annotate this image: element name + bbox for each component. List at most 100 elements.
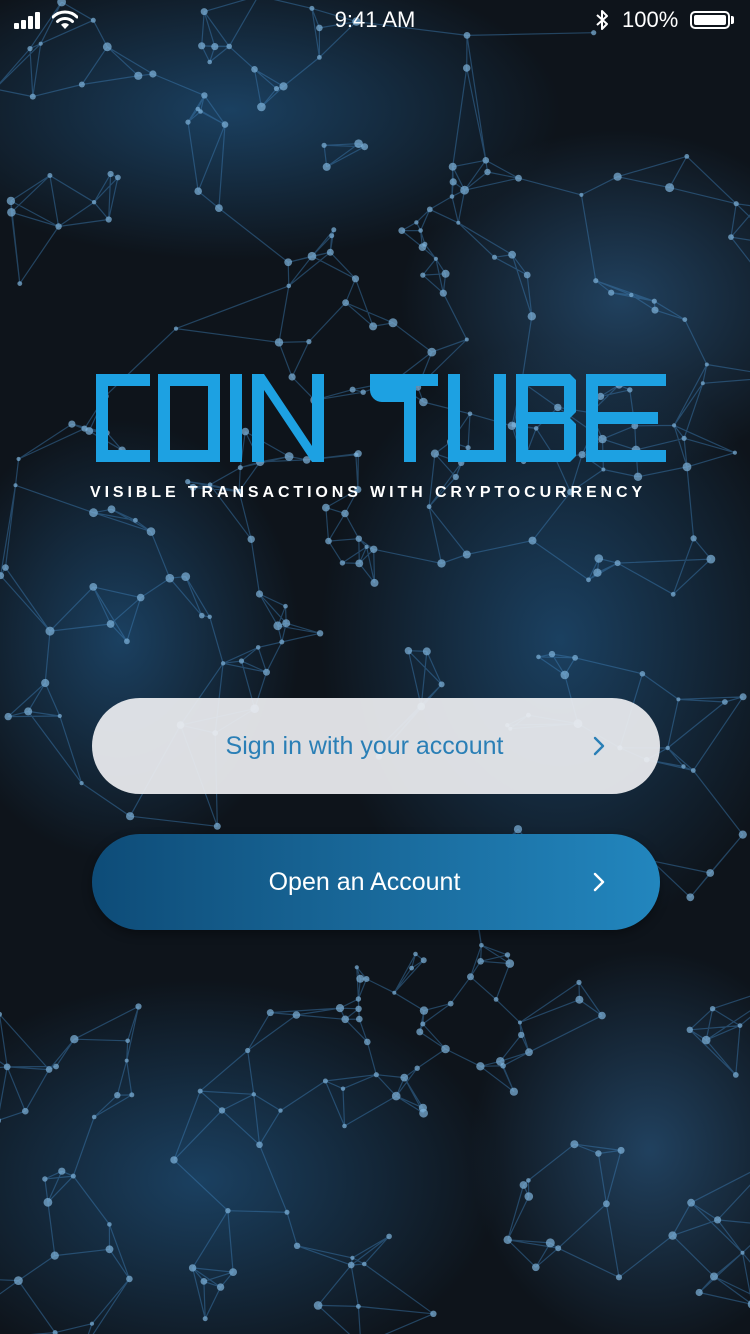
network-node <box>322 1078 328 1084</box>
network-node <box>286 283 292 289</box>
network-node <box>133 517 138 523</box>
network-node <box>355 535 362 542</box>
network-node <box>518 1031 525 1039</box>
network-node <box>70 1035 79 1044</box>
network-node <box>670 591 676 597</box>
network-node <box>102 42 112 52</box>
network-node <box>413 951 418 957</box>
network-node <box>373 1072 379 1078</box>
network-node <box>527 312 536 321</box>
network-node <box>341 509 349 518</box>
network-node <box>89 1321 95 1326</box>
sign-in-button[interactable]: Sign in with your account <box>92 698 660 794</box>
network-node <box>464 337 469 342</box>
network-node <box>256 1141 263 1149</box>
network-node <box>676 697 681 702</box>
network-node <box>107 170 114 178</box>
network-node <box>665 183 675 193</box>
network-node <box>220 661 226 666</box>
network-node <box>438 681 445 688</box>
network-node <box>409 965 414 971</box>
network-node <box>570 1140 579 1149</box>
network-node <box>283 603 288 609</box>
network-node <box>347 1261 355 1269</box>
network-node <box>426 504 432 510</box>
network-node <box>79 781 84 786</box>
network-node <box>420 1021 426 1027</box>
network-node <box>126 1275 133 1283</box>
network-node <box>351 275 360 283</box>
network-node <box>576 979 582 986</box>
network-node <box>181 572 191 581</box>
network-node <box>350 1255 355 1260</box>
network-node <box>519 1181 528 1189</box>
network-node <box>105 216 112 223</box>
network-node <box>226 43 232 50</box>
open-account-button[interactable]: Open an Account <box>92 834 660 930</box>
network-node <box>106 620 115 628</box>
network-node <box>617 1146 625 1154</box>
network-node <box>704 362 709 367</box>
network-node <box>398 227 406 235</box>
network-node <box>416 1028 424 1036</box>
network-node <box>279 639 285 645</box>
network-node <box>579 192 584 197</box>
network-node <box>482 157 490 164</box>
network-node <box>2 564 9 571</box>
network-node <box>560 670 570 680</box>
network-node <box>601 467 606 472</box>
network-node <box>282 619 291 628</box>
network-node <box>426 206 433 213</box>
network-node <box>419 1108 428 1118</box>
network-node <box>284 1209 290 1215</box>
network-node <box>251 1092 256 1097</box>
network-node <box>42 1176 48 1182</box>
network-node <box>452 473 459 481</box>
network-node <box>555 1245 562 1252</box>
network-node <box>342 299 349 307</box>
network-node <box>364 544 369 550</box>
network-node <box>213 822 221 830</box>
network-node <box>608 289 615 296</box>
network-node <box>322 503 330 512</box>
network-node <box>462 550 471 559</box>
network-node <box>354 965 359 970</box>
network-background <box>0 0 750 1334</box>
network-node <box>500 1063 506 1069</box>
network-node <box>595 1150 602 1157</box>
network-node <box>6 196 16 206</box>
network-node <box>114 1092 121 1099</box>
network-node <box>4 712 12 721</box>
network-node <box>593 278 599 284</box>
network-node <box>532 1263 540 1272</box>
network-node <box>681 764 686 769</box>
network-node <box>38 41 43 46</box>
network-node <box>695 1288 703 1297</box>
network-node <box>355 559 364 568</box>
network-node <box>14 1276 23 1285</box>
network-node <box>686 893 695 902</box>
network-node <box>216 1283 225 1291</box>
network-node <box>370 578 379 587</box>
network-node <box>710 1272 718 1281</box>
network-node <box>238 658 245 664</box>
network-node <box>603 1200 610 1208</box>
network-node <box>136 593 145 602</box>
network-node <box>513 825 523 834</box>
network-node <box>257 102 266 112</box>
network-node <box>686 1026 693 1034</box>
network-node <box>391 1091 401 1101</box>
network-node <box>548 650 556 658</box>
network-node <box>91 200 97 205</box>
network-node <box>460 185 469 195</box>
network-node <box>545 1238 555 1248</box>
network-node <box>55 223 62 230</box>
network-node <box>27 46 33 52</box>
network-node <box>504 952 511 958</box>
network-node <box>255 645 261 650</box>
network-node <box>586 577 591 583</box>
network-node <box>251 66 258 73</box>
network-node <box>321 142 327 148</box>
network-node <box>107 505 116 514</box>
network-node <box>68 420 76 428</box>
